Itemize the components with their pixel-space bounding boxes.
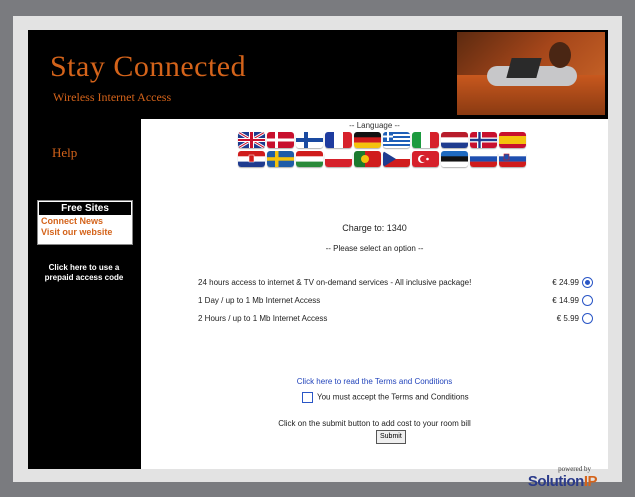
option-price: € 24.99 [552,278,579,287]
submit-instruction: Click on the submit button to add cost t… [278,419,471,428]
croatia-flag-icon[interactable] [238,151,265,167]
flag-row-1 [238,132,550,148]
brand-subtitle: Wireless Internet Access [53,90,172,104]
russia-flag-icon[interactable] [470,151,497,167]
accept-terms-label: You must accept the Terms and Conditions [317,392,469,402]
hungary-flag-icon[interactable] [296,151,323,167]
turkey-flag-icon[interactable] [412,151,439,167]
free-sites-box: Free Sites Connect News Visit our websit… [37,200,133,245]
sweden-flag-icon[interactable] [267,151,294,167]
help-link[interactable]: Help [52,145,77,161]
logo-main: Solution [527,473,585,490]
brand-title: Stay Connected [50,50,247,83]
option-radio[interactable] [582,295,593,306]
submit-button[interactable]: Submit [376,430,406,444]
terms-link[interactable]: Click here to read the Terms and Conditi… [141,377,608,386]
greece-flag-icon[interactable] [383,132,410,148]
hero-image [457,32,605,115]
prepaid-access-link[interactable]: Click here to use a prepaid access code [37,263,131,283]
czech-flag-icon[interactable] [383,151,410,167]
free-site-link-connect-news[interactable]: Connect News [38,216,132,227]
laptop-shape [506,58,542,78]
option-radio[interactable] [582,277,593,288]
slovenia-flag-icon[interactable] [499,151,526,167]
denmark-flag-icon[interactable] [267,132,294,148]
package-option-24h[interactable]: 24 hours access to internet & TV on-dema… [198,277,593,292]
germany-flag-icon[interactable] [354,132,381,148]
powered-by-label: powered by [558,465,591,473]
free-sites-header: Free Sites [39,202,131,215]
france-flag-icon[interactable] [325,132,352,148]
poland-flag-icon[interactable] [325,151,352,167]
main-content: -- Language -- Charge to: 1340 -- Please… [141,119,608,490]
accept-terms-checkbox[interactable] [302,392,313,403]
person-head-shape [549,42,571,68]
portal-window: Stay Connected Wireless Internet Access … [28,30,608,490]
charge-to-text: Charge to: 1340 [342,223,407,233]
option-radio[interactable] [582,313,593,324]
norway-flag-icon[interactable] [470,132,497,148]
select-option-text: -- Please select an option -- [325,244,424,253]
option-description: 2 Hours / up to 1 Mb Internet Access [198,314,328,323]
solutionip-logo: SolutionIP [527,473,598,490]
package-option-2h[interactable]: 2 Hours / up to 1 Mb Internet Access € 5… [198,313,593,328]
accept-terms[interactable]: You must accept the Terms and Conditions [302,392,469,403]
estonia-flag-icon[interactable] [441,151,468,167]
language-flags [238,132,550,170]
option-description: 24 hours access to internet & TV on-dema… [198,278,472,287]
option-price: € 14.99 [552,296,579,305]
netherlands-flag-icon[interactable] [441,132,468,148]
finland-flag-icon[interactable] [296,132,323,148]
flag-row-2 [238,151,550,167]
option-price: € 5.99 [556,314,579,323]
free-site-link-website[interactable]: Visit our website [38,227,132,238]
spain-flag-icon[interactable] [499,132,526,148]
page-frame: Stay Connected Wireless Internet Access … [13,16,622,490]
language-label: -- Language -- [349,121,400,130]
logo-accent: IP [583,473,598,490]
portugal-flag-icon[interactable] [354,151,381,167]
uk-flag-icon[interactable] [238,132,265,148]
package-option-1day[interactable]: 1 Day / up to 1 Mb Internet Access € 14.… [198,295,593,310]
italy-flag-icon[interactable] [412,132,439,148]
option-description: 1 Day / up to 1 Mb Internet Access [198,296,321,305]
